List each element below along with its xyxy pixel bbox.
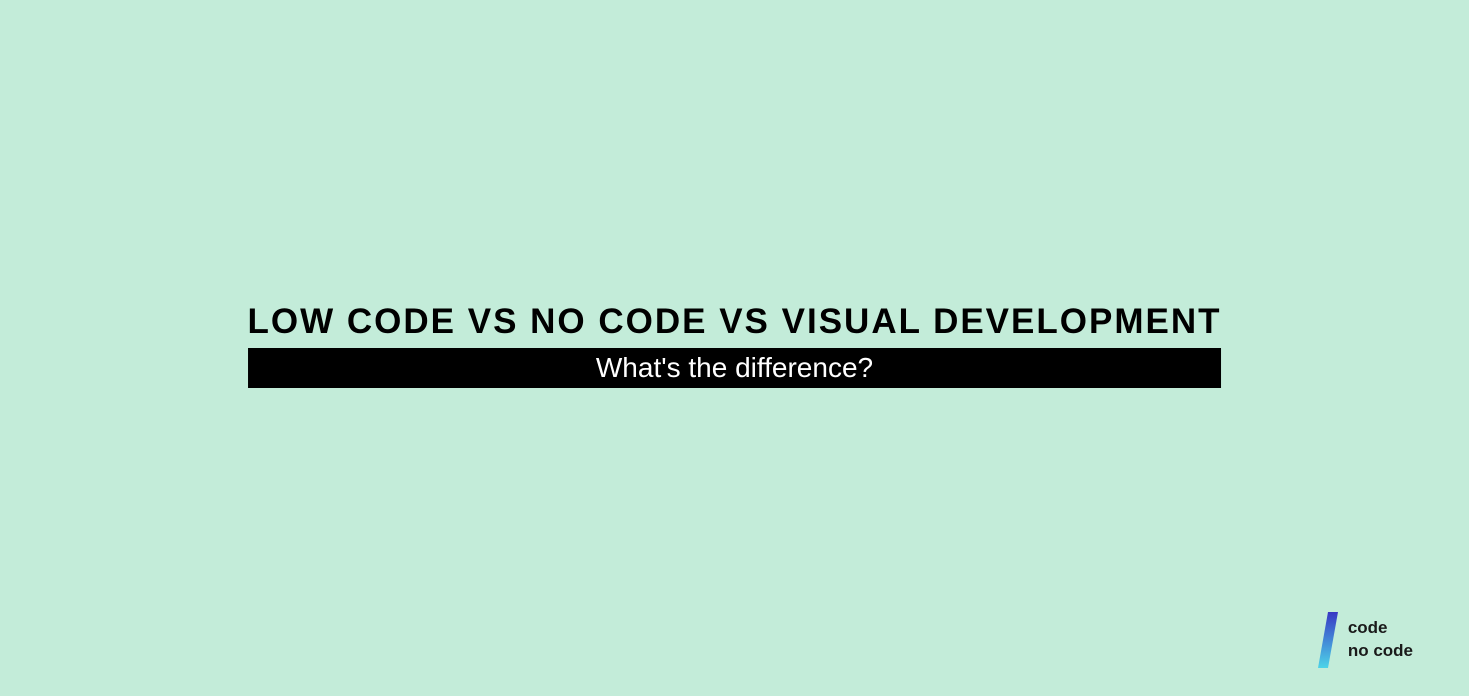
page-title: LOW CODE VS NO CODE VS VISUAL DEVELOPMEN… <box>248 302 1222 342</box>
main-content: LOW CODE VS NO CODE VS VISUAL DEVELOPMEN… <box>248 302 1222 388</box>
brand-logo: code no code <box>1318 612 1413 668</box>
logo-text: code no code <box>1348 617 1413 663</box>
slash-icon <box>1318 612 1338 668</box>
logo-line-1: code <box>1348 617 1413 640</box>
page-subtitle: What's the difference? <box>248 348 1222 388</box>
logo-line-2: no code <box>1348 640 1413 663</box>
